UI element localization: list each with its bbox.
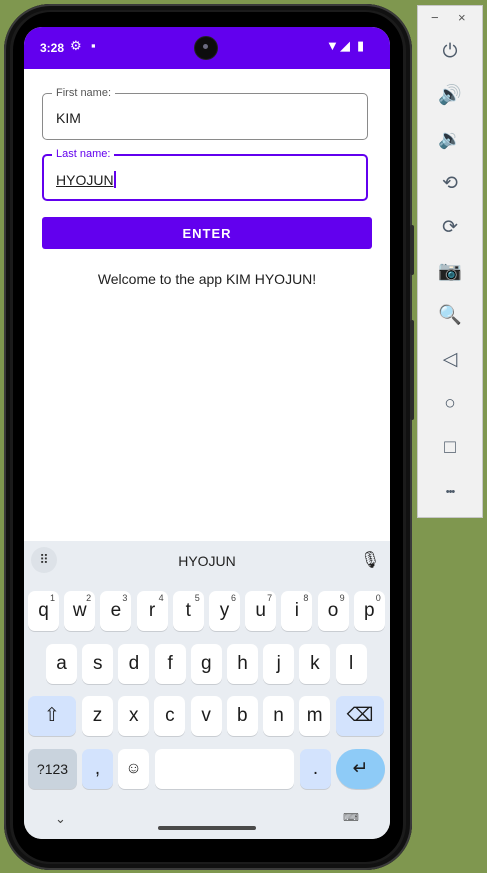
key-hint: 6 bbox=[230, 593, 236, 603]
key-label: w bbox=[72, 600, 87, 621]
backspace-key[interactable]: ⌫ bbox=[336, 696, 384, 736]
welcome-message: Welcome to the app KIM HYOJUN! bbox=[97, 271, 317, 287]
key-v[interactable]: v bbox=[190, 696, 222, 736]
suggestion-word[interactable]: HYOJUN bbox=[24, 553, 390, 569]
key-hint: 5 bbox=[194, 593, 200, 603]
zoom-icon[interactable]: 🔍 bbox=[433, 303, 467, 329]
close-icon[interactable]: × bbox=[458, 10, 466, 25]
status-time: 3:28 bbox=[40, 41, 65, 55]
home-icon[interactable]: ○ bbox=[433, 391, 467, 417]
last-name-value: HYOJUN bbox=[56, 171, 116, 188]
enter-key[interactable]: ↵ bbox=[336, 749, 385, 789]
key-j[interactable]: j bbox=[263, 644, 295, 684]
minimize-icon[interactable]: − bbox=[431, 10, 439, 25]
key-n[interactable]: n bbox=[263, 696, 294, 736]
switch-keyboard-icon[interactable]: ⌨ bbox=[343, 811, 359, 824]
key-hint: 3 bbox=[122, 593, 128, 603]
symbols-key[interactable]: ?123 bbox=[28, 749, 77, 789]
camera-icon[interactable]: 📷 bbox=[433, 259, 467, 285]
device-screen: 3:28 ⚙ ▪ ▼ ◢ ▮ First name: KIM Last name… bbox=[24, 27, 390, 839]
rotate-left-icon[interactable]: ⟲ bbox=[433, 171, 467, 197]
soft-keyboard: ⠿ HYOJUN 🎙 q1w2e3r4t5y6u7i8o9p0 asdfghjk… bbox=[24, 541, 390, 839]
key-o[interactable]: o9 bbox=[317, 591, 349, 631]
settings-icon: ⚙ bbox=[70, 38, 82, 53]
period-key[interactable]: . bbox=[300, 749, 331, 789]
key-hint: 9 bbox=[339, 593, 345, 603]
hide-keyboard-icon[interactable]: ⌄ bbox=[55, 811, 66, 827]
key-g[interactable]: g bbox=[190, 644, 222, 684]
key-label: o bbox=[327, 600, 339, 621]
key-label: i bbox=[294, 600, 299, 621]
key-u[interactable]: u7 bbox=[245, 591, 277, 631]
first-name-label: First name: bbox=[52, 86, 116, 100]
power-key bbox=[410, 320, 414, 420]
last-name-label: Last name: bbox=[52, 147, 115, 161]
emulator-toolbar: − × ⏻ 🔊 🔉 ⟲ ⟳ 📷 🔍 ◁ ○ □ ••• bbox=[417, 5, 483, 518]
volume-rocker bbox=[410, 225, 414, 275]
key-hint: 0 bbox=[375, 593, 381, 603]
key-label: u bbox=[255, 600, 266, 621]
key-y[interactable]: y6 bbox=[209, 591, 240, 631]
key-m[interactable]: m bbox=[299, 696, 331, 736]
key-label: e bbox=[110, 600, 122, 621]
front-camera bbox=[195, 37, 217, 59]
rotate-right-icon[interactable]: ⟳ bbox=[433, 215, 467, 241]
key-hint: 2 bbox=[86, 593, 92, 603]
enter-button[interactable]: ENTER bbox=[42, 217, 372, 249]
sd-card-icon: ▪ bbox=[91, 38, 96, 53]
last-name-field[interactable]: Last name: HYOJUN bbox=[42, 147, 368, 201]
key-k[interactable]: k bbox=[299, 644, 331, 684]
key-q[interactable]: q1 bbox=[28, 591, 59, 631]
status-bar: 3:28 ⚙ ▪ ▼ ◢ ▮ bbox=[24, 27, 390, 69]
key-label: q bbox=[38, 600, 49, 621]
last-name-text: HYOJUN bbox=[56, 172, 114, 188]
key-s[interactable]: s bbox=[82, 644, 114, 684]
more-icon[interactable]: ••• bbox=[433, 479, 467, 505]
key-h[interactable]: h bbox=[227, 644, 258, 684]
back-icon[interactable]: ◁ bbox=[433, 347, 467, 373]
shift-key[interactable]: ⇧ bbox=[28, 696, 76, 736]
key-w[interactable]: w2 bbox=[64, 591, 96, 631]
key-label: y bbox=[219, 600, 230, 621]
key-b[interactable]: b bbox=[226, 696, 258, 736]
key-hint: 4 bbox=[158, 593, 164, 603]
volume-down-icon[interactable]: 🔉 bbox=[433, 127, 467, 153]
comma-key[interactable]: , bbox=[82, 749, 113, 789]
key-hint: 8 bbox=[303, 593, 309, 603]
overview-icon[interactable]: □ bbox=[433, 435, 467, 461]
key-c[interactable]: c bbox=[154, 696, 186, 736]
wifi-icon: ▼ bbox=[326, 38, 339, 53]
first-name-field[interactable]: First name: KIM bbox=[42, 86, 368, 140]
key-hint: 7 bbox=[267, 593, 273, 603]
key-t[interactable]: t5 bbox=[172, 591, 204, 631]
text-cursor bbox=[113, 171, 116, 188]
microphone-icon[interactable]: 🎙 bbox=[360, 550, 380, 570]
key-f[interactable]: f bbox=[154, 644, 186, 684]
volume-up-icon[interactable]: 🔊 bbox=[433, 83, 467, 109]
key-p[interactable]: p0 bbox=[353, 591, 385, 631]
power-icon[interactable]: ⏻ bbox=[433, 39, 467, 65]
key-i[interactable]: i8 bbox=[281, 591, 313, 631]
key-label: r bbox=[148, 600, 156, 621]
key-x[interactable]: x bbox=[118, 696, 150, 736]
key-z[interactable]: z bbox=[82, 696, 113, 736]
signal-icon: ◢ bbox=[340, 38, 350, 53]
key-r[interactable]: r4 bbox=[136, 591, 168, 631]
first-name-value: KIM bbox=[56, 110, 81, 126]
battery-icon: ▮ bbox=[357, 38, 365, 53]
key-l[interactable]: l bbox=[335, 644, 367, 684]
key-d[interactable]: d bbox=[118, 644, 150, 684]
key-a[interactable]: a bbox=[46, 644, 77, 684]
key-hint: 1 bbox=[49, 593, 55, 603]
space-key[interactable] bbox=[155, 749, 294, 789]
keyboard-nav-bar: ⌄ ⌨ bbox=[24, 803, 390, 839]
suggestion-strip: ⠿ HYOJUN 🎙 bbox=[24, 541, 390, 579]
key-label: p bbox=[364, 600, 375, 621]
key-e[interactable]: e3 bbox=[100, 591, 132, 631]
emoji-key[interactable]: ☺ bbox=[118, 749, 149, 789]
key-label: t bbox=[185, 600, 191, 621]
gesture-handle[interactable] bbox=[158, 826, 256, 830]
